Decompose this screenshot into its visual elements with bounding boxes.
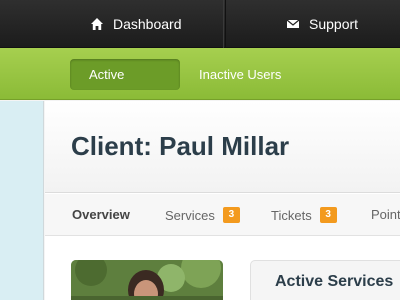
tab-tickets-label: Tickets [271,207,312,223]
tab-points-label: Point [371,207,400,222]
users-filter-bar: Active Users Inactive Users [0,48,400,113]
tab-overview-label: Overview [72,207,130,222]
sidebar [0,101,44,300]
active-users-button[interactable]: Active Users [70,59,180,113]
support-label: Support [309,16,359,32]
top-navigation-bar: Dashboard Support [0,0,400,48]
home-icon [91,18,103,30]
client-header: Client: Paul Millar [45,101,400,193]
dashboard-nav-item[interactable]: Dashboard [0,0,224,48]
tab-points[interactable]: Point [371,207,400,222]
tab-tickets[interactable]: Tickets 3 [271,207,337,223]
client-photo-image [71,260,223,300]
tab-overview[interactable]: Overview [72,207,130,222]
services-count-badge: 3 [222,207,240,223]
inactive-users-button[interactable]: Inactive Users [180,59,300,90]
client-photo [71,260,223,300]
support-nav-item[interactable]: Support [225,0,400,48]
active-services-panel: Active Services [250,260,400,300]
page-title: Client: Paul Millar [71,131,290,161]
tab-services[interactable]: Services 3 [165,207,240,223]
active-services-title: Active Services [275,273,394,290]
client-content: Client: Paul Millar Overview Services 3 … [45,101,400,300]
envelope-icon [286,19,300,28]
tickets-count-badge: 3 [319,207,337,223]
tab-services-label: Services [165,207,215,223]
dashboard-label: Dashboard [113,16,182,32]
client-tabs: Overview Services 3 Tickets 3 Point [45,194,400,236]
